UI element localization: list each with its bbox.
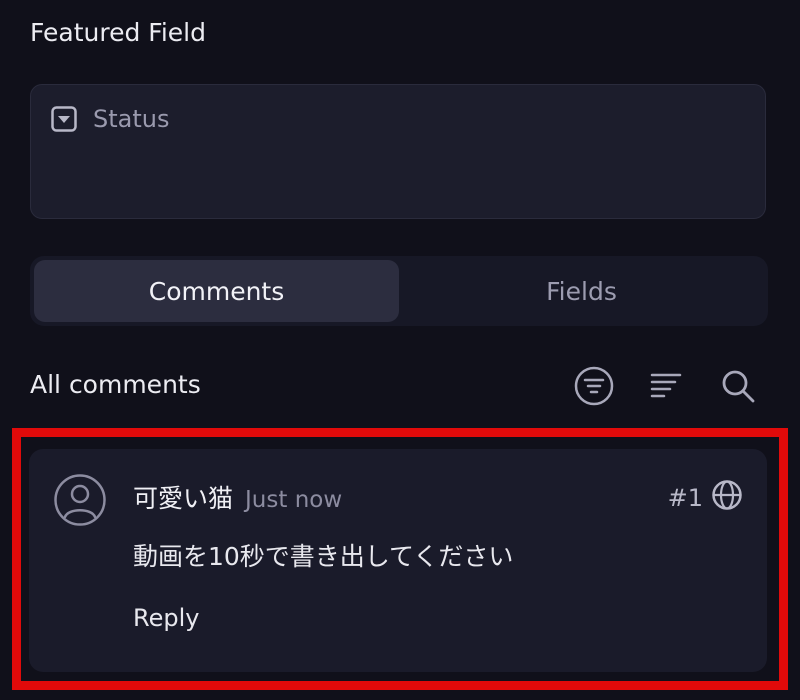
globe-icon[interactable]: [711, 479, 743, 517]
filter-icon[interactable]: [572, 364, 616, 408]
comment-author[interactable]: 可愛い猫: [133, 479, 233, 515]
featured-field-title: Featured Field: [30, 18, 206, 47]
comment-body: 動画を10秒で書き出してください: [133, 542, 514, 571]
tab-fields[interactable]: Fields: [399, 260, 764, 322]
comments-header: All comments: [30, 364, 760, 408]
user-avatar-icon[interactable]: [53, 473, 107, 527]
comments-actions: [572, 364, 760, 408]
tab-bar: Comments Fields: [30, 256, 768, 326]
app-page: Featured Field Status Comments Fields Al…: [0, 0, 800, 700]
comment-meta: 可愛い猫 Just now: [133, 479, 342, 515]
all-comments-title: All comments: [30, 370, 201, 399]
status-field-label: Status: [93, 105, 170, 133]
featured-field-card[interactable]: Status: [30, 84, 766, 219]
sort-icon[interactable]: [644, 364, 688, 408]
comment-number: #1: [668, 479, 743, 517]
reply-button[interactable]: Reply: [133, 604, 199, 632]
comment-card[interactable]: 可愛い猫 Just now #1 動画を10秒で書き出してください Reply: [29, 449, 767, 672]
status-field-row[interactable]: Status: [51, 105, 169, 133]
dropdown-field-icon: [51, 106, 77, 132]
comment-id-label: #1: [667, 484, 703, 512]
tab-comments[interactable]: Comments: [34, 260, 399, 322]
comment-time: Just now: [245, 487, 343, 513]
search-icon[interactable]: [716, 364, 760, 408]
